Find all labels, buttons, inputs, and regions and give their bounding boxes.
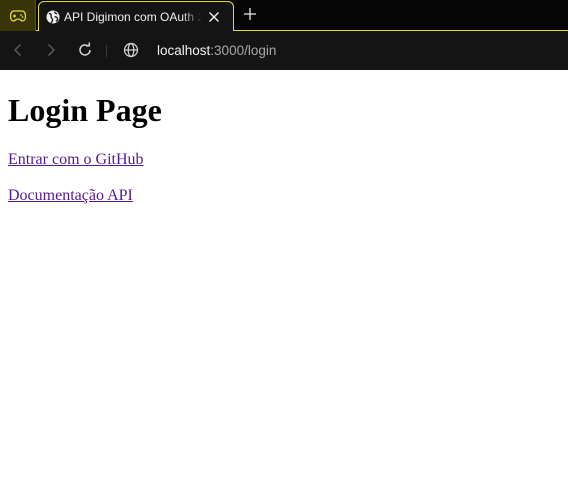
site-info-globe-icon[interactable] bbox=[123, 42, 139, 58]
api-docs-link[interactable]: Documentação API bbox=[8, 186, 133, 205]
browser-toolbar: localhost:3000/login bbox=[0, 31, 568, 70]
page-title: Login Page bbox=[8, 92, 162, 128]
tab-title: API Digimon com OAuth 2.0 bbox=[64, 10, 202, 24]
toolbar-divider bbox=[106, 45, 107, 57]
new-tab-icon[interactable] bbox=[243, 7, 257, 21]
tab-strip: API Digimon com OAuth 2.0 bbox=[0, 0, 568, 32]
forward-icon[interactable] bbox=[43, 42, 59, 58]
globe-icon bbox=[46, 10, 60, 24]
github-login-link[interactable]: Entrar com o GitHub bbox=[8, 150, 144, 169]
url-path: :3000/login bbox=[210, 43, 277, 58]
reload-icon[interactable] bbox=[77, 42, 93, 58]
gamepad-icon[interactable] bbox=[0, 0, 36, 31]
active-tab[interactable]: API Digimon com OAuth 2.0 bbox=[38, 1, 234, 32]
url-host: localhost bbox=[157, 43, 211, 58]
close-tab-icon[interactable] bbox=[208, 11, 220, 23]
address-bar[interactable]: localhost:3000/login bbox=[157, 42, 276, 59]
back-icon[interactable] bbox=[10, 42, 26, 58]
